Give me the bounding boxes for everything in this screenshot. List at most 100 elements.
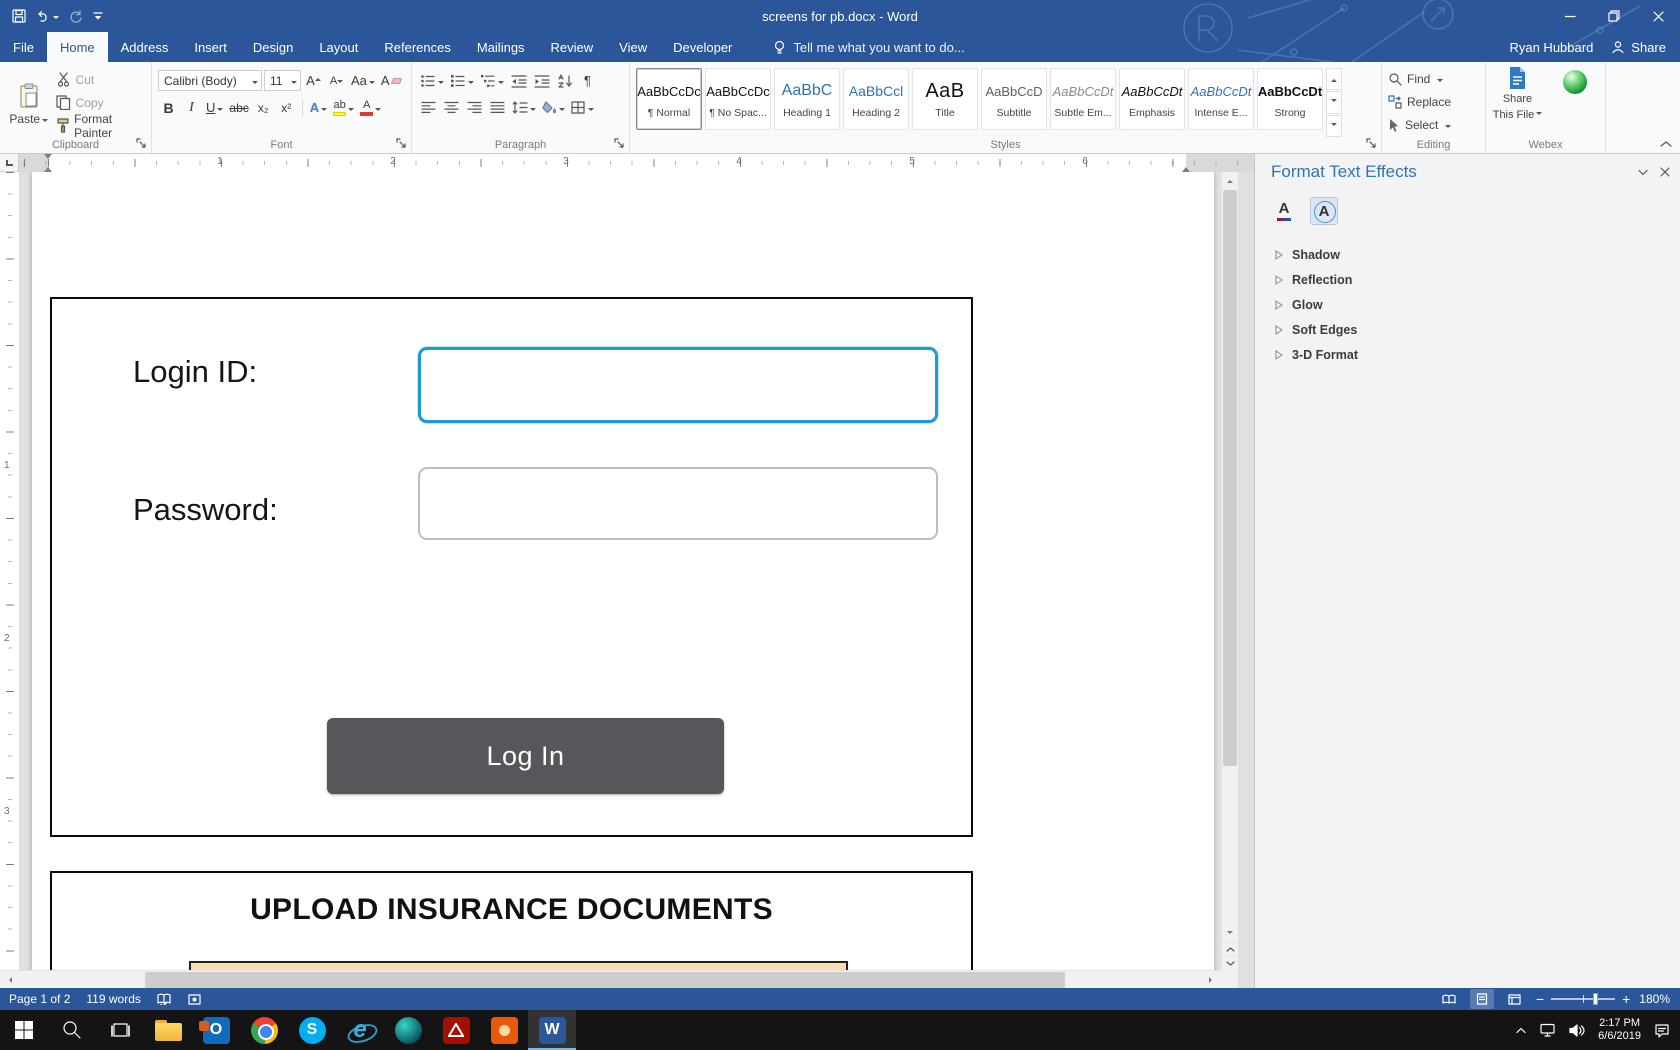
first-line-indent-marker[interactable] xyxy=(44,154,52,163)
subscript-button[interactable]: x₂ xyxy=(253,97,274,119)
ribbon-tab[interactable]: Address xyxy=(108,32,182,62)
pane-section[interactable]: Soft Edges xyxy=(1255,317,1680,342)
scroll-down-button[interactable] xyxy=(1222,926,1238,942)
scroll-right-button[interactable] xyxy=(1203,971,1220,989)
minimize-button[interactable] xyxy=(1548,0,1592,32)
align-center-button[interactable] xyxy=(441,97,462,119)
style-normal[interactable]: AaBbCcDc¶ Normal xyxy=(636,68,702,130)
underline-button[interactable]: U xyxy=(204,97,225,119)
style-emphasis[interactable]: AaBbCcDtEmphasis xyxy=(1119,68,1185,130)
font-dialog-launcher[interactable] xyxy=(396,138,407,149)
tab-stop-selector[interactable] xyxy=(0,154,19,172)
word-count[interactable]: 119 words xyxy=(86,992,140,1006)
webex-button[interactable] xyxy=(1549,66,1600,137)
orange-app-button[interactable] xyxy=(480,1010,528,1050)
styles-more-button[interactable] xyxy=(1326,115,1342,137)
change-case-button[interactable]: Aa xyxy=(349,70,377,92)
decrease-indent-button[interactable] xyxy=(508,70,529,92)
ribbon-tab[interactable]: Developer xyxy=(660,32,745,62)
style-strong[interactable]: AaBbCcDtStrong xyxy=(1257,68,1323,130)
taskbar-clock[interactable]: 2:17 PM 6/6/2019 xyxy=(1598,1017,1641,1043)
pane-section[interactable]: 3-D Format xyxy=(1255,342,1680,367)
superscript-button[interactable]: x² xyxy=(276,97,297,119)
save-button[interactable] xyxy=(10,7,28,25)
signed-in-user[interactable]: Ryan Hubbard xyxy=(1509,40,1593,55)
skype-button[interactable] xyxy=(288,1010,336,1050)
paste-button[interactable]: Paste xyxy=(6,67,52,137)
ribbon-tab[interactable]: Mailings xyxy=(464,32,538,62)
login-id-field[interactable] xyxy=(418,347,938,423)
pane-section[interactable]: Shadow xyxy=(1255,242,1680,267)
align-left-button[interactable] xyxy=(418,97,439,119)
proofing-icon[interactable] xyxy=(157,993,172,1005)
format-painter-button[interactable]: Format Painter xyxy=(56,116,146,135)
ribbon-tab[interactable]: File xyxy=(0,32,47,62)
show-formatting-marks-button[interactable]: ¶ xyxy=(577,70,598,92)
horizontal-ruler[interactable]: 123456 xyxy=(19,154,1254,172)
clipboard-dialog-launcher[interactable] xyxy=(136,138,147,149)
ribbon-tab[interactable]: Insert xyxy=(181,32,240,62)
font-name-combo[interactable]: Calibri (Body) xyxy=(158,70,262,91)
redo-button[interactable] xyxy=(67,8,85,25)
file-explorer-button[interactable] xyxy=(144,1010,192,1050)
internet-explorer-button[interactable] xyxy=(336,1010,384,1050)
styles-scroll-down-button[interactable] xyxy=(1326,91,1342,113)
zoom-level[interactable]: 180% xyxy=(1639,992,1670,1006)
outlook-button[interactable] xyxy=(192,1010,240,1050)
borders-button[interactable] xyxy=(569,97,596,119)
web-layout-button[interactable] xyxy=(1503,989,1527,1009)
find-button[interactable]: Find xyxy=(1388,69,1480,88)
print-layout-button[interactable] xyxy=(1470,989,1494,1009)
text-fill-outline-icon[interactable]: A xyxy=(1271,198,1297,224)
multilevel-list-button[interactable] xyxy=(478,70,506,92)
macro-recording-icon[interactable] xyxy=(188,994,201,1005)
ribbon-tab[interactable]: References xyxy=(371,32,463,62)
clear-formatting-button[interactable]: A xyxy=(379,70,403,92)
select-button[interactable]: Select xyxy=(1388,115,1480,134)
hidden-icons-chevron[interactable] xyxy=(1515,1026,1527,1034)
copy-button[interactable]: Copy xyxy=(56,93,146,112)
ribbon-tab[interactable]: Design xyxy=(240,32,306,62)
scroll-up-button[interactable] xyxy=(1222,172,1238,188)
collapse-ribbon-button[interactable] xyxy=(1660,140,1672,148)
text-effects-icon[interactable]: A xyxy=(1311,198,1337,224)
horizontal-scroll-thumb[interactable] xyxy=(145,972,1065,988)
style-heading-2[interactable]: AaBbCclHeading 2 xyxy=(843,68,909,130)
shading-button[interactable] xyxy=(540,97,567,119)
ribbon-tab[interactable]: Review xyxy=(538,32,607,62)
teal-app-button[interactable] xyxy=(384,1010,432,1050)
zoom-in-button[interactable]: + xyxy=(1622,994,1630,1004)
increase-indent-button[interactable] xyxy=(531,70,552,92)
horizontal-scrollbar[interactable] xyxy=(0,970,1220,988)
italic-button[interactable]: I xyxy=(181,97,202,119)
hanging-indent-marker[interactable] xyxy=(44,163,52,172)
shrink-font-button[interactable]: A xyxy=(326,70,347,92)
cut-button[interactable]: Cut xyxy=(56,70,146,89)
grow-font-button[interactable]: A xyxy=(303,70,324,92)
undo-button[interactable] xyxy=(34,8,61,24)
style-subtitle[interactable]: AaBbCcDSubtitle xyxy=(981,68,1047,130)
bold-button[interactable]: B xyxy=(158,97,179,119)
style-subtle-emphasis[interactable]: AaBbCcDtSubtle Em... xyxy=(1050,68,1116,130)
next-page-button[interactable] xyxy=(1222,956,1238,970)
style-no-spacing[interactable]: AaBbCcDc¶ No Spac... xyxy=(705,68,771,130)
zoom-slider-thumb[interactable] xyxy=(1593,993,1598,1005)
pane-section[interactable]: Reflection xyxy=(1255,267,1680,292)
strikethrough-button[interactable]: abc xyxy=(227,97,250,119)
action-center-icon[interactable] xyxy=(1654,1023,1670,1038)
style-title[interactable]: AaBTitle xyxy=(912,68,978,130)
vertical-scrollbar[interactable] xyxy=(1221,172,1238,970)
task-view-button[interactable] xyxy=(96,1010,144,1050)
scroll-left-button[interactable] xyxy=(0,971,17,989)
chrome-button[interactable] xyxy=(240,1010,288,1050)
network-icon[interactable] xyxy=(1540,1023,1556,1037)
close-button[interactable] xyxy=(1636,0,1680,32)
log-in-button[interactable]: Log In xyxy=(327,718,724,794)
password-field[interactable] xyxy=(418,467,938,540)
bullets-button[interactable] xyxy=(418,70,446,92)
zoom-slider[interactable] xyxy=(1551,998,1615,1000)
highlight-color-button[interactable]: ab xyxy=(331,97,356,119)
share-this-file-button[interactable]: Share This File xyxy=(1492,66,1543,137)
sort-button[interactable] xyxy=(554,70,575,92)
vertical-ruler[interactable]: 123 xyxy=(0,172,19,970)
